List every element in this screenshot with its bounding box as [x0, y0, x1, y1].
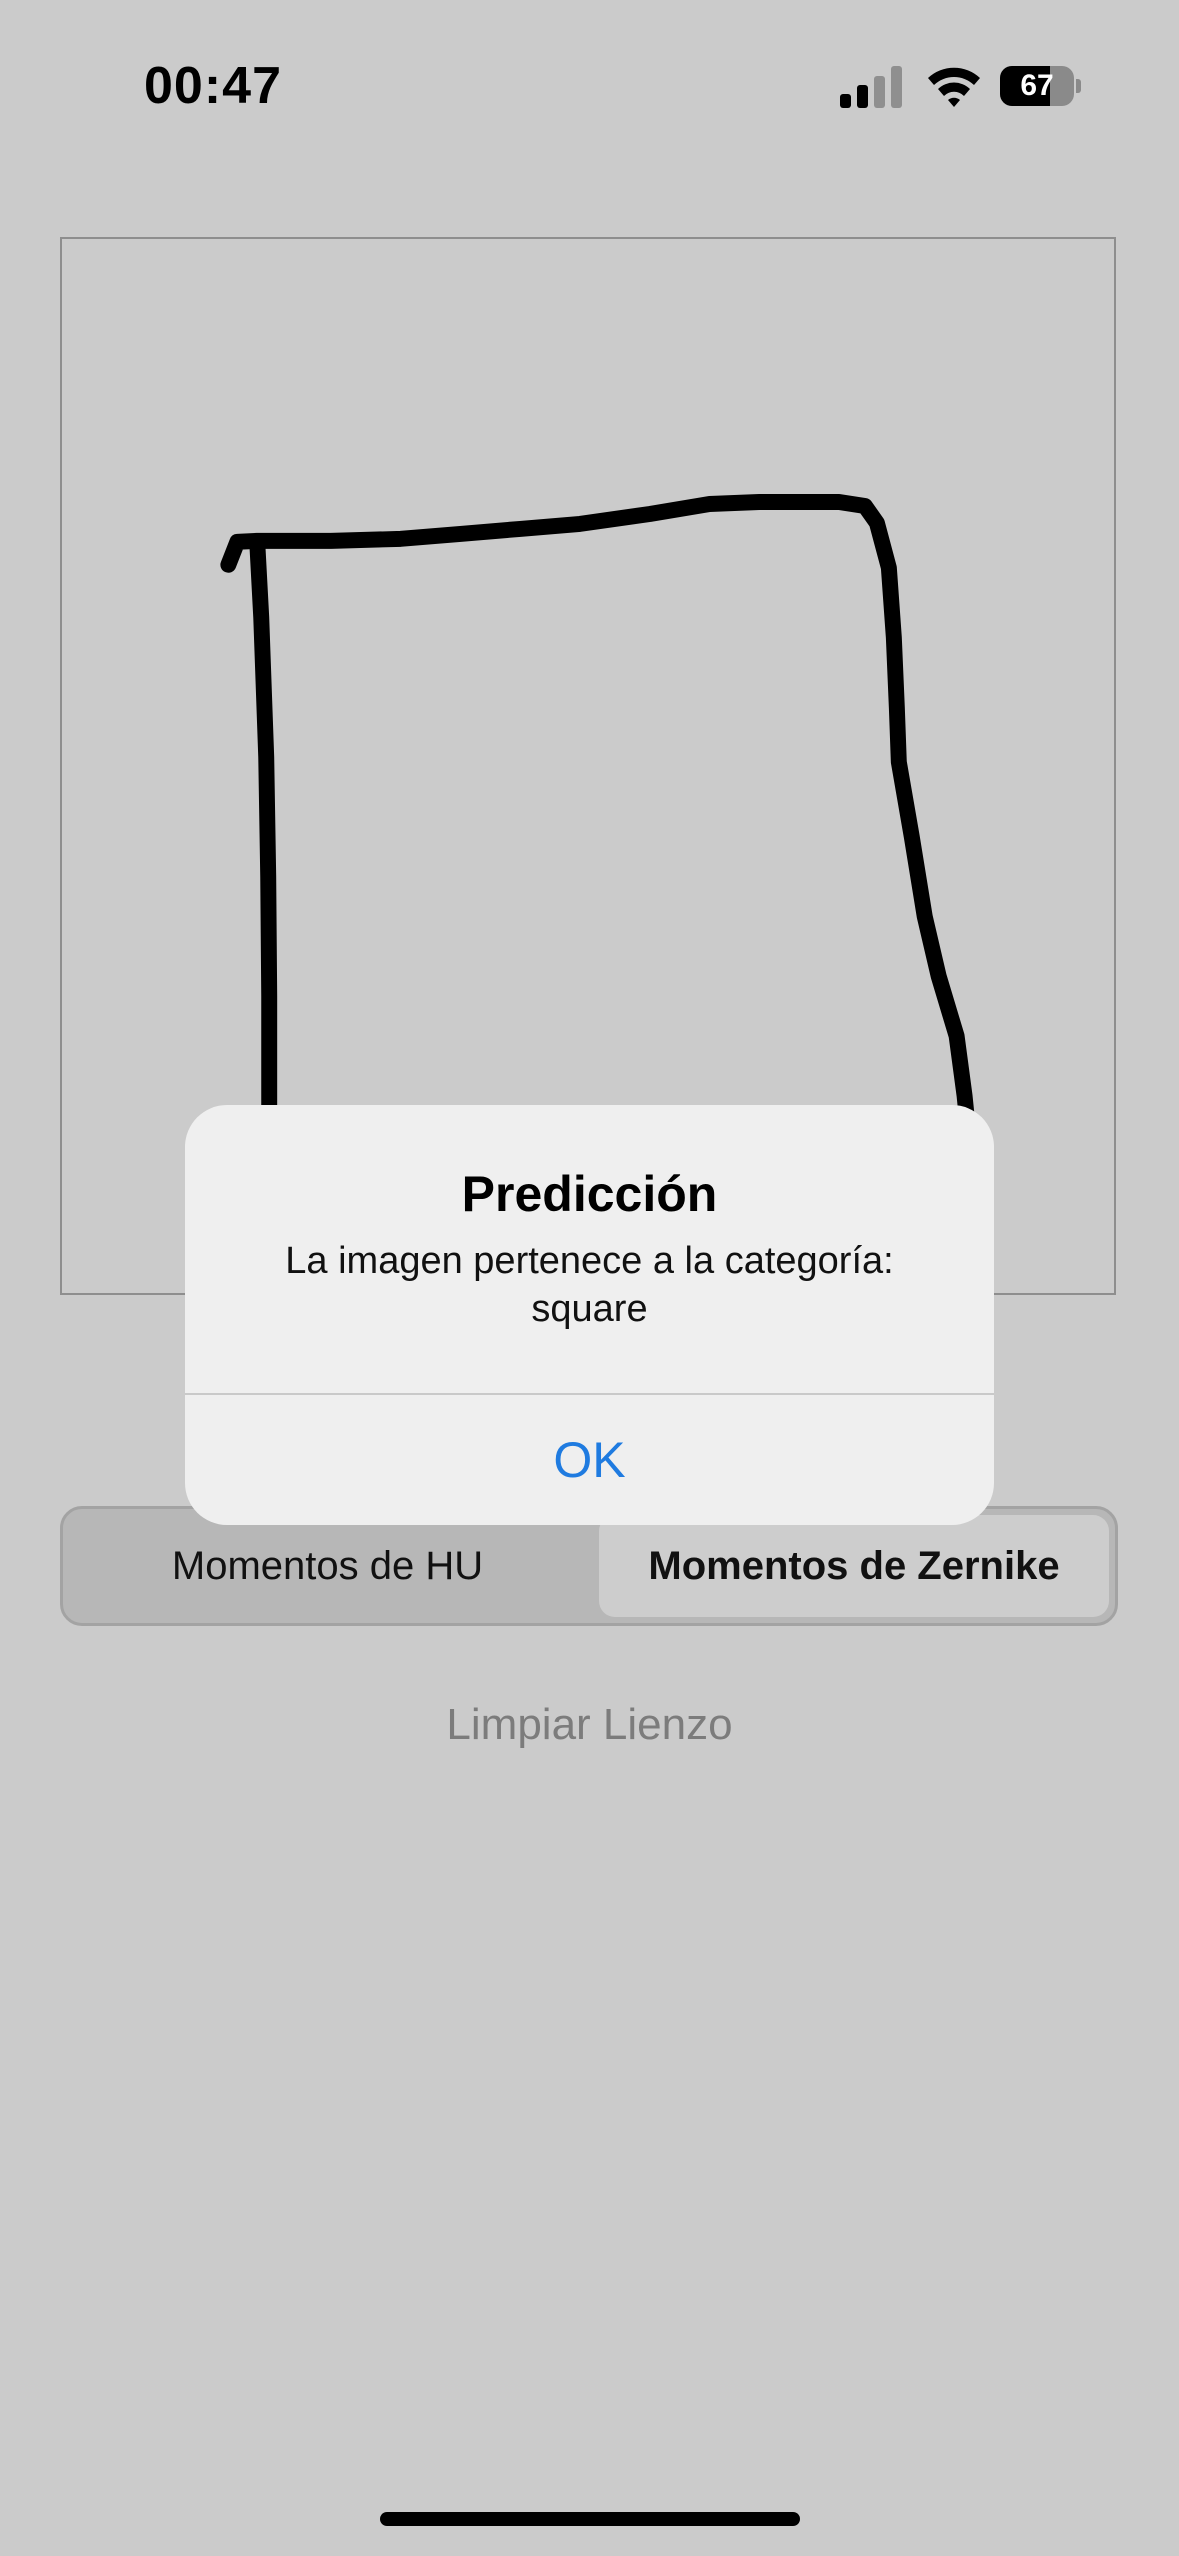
segment-hu-moments[interactable]: Momentos de HU — [63, 1509, 592, 1623]
wifi-icon — [928, 67, 980, 107]
alert-message: La imagen pertenece a la categoría: squa… — [285, 1240, 894, 1330]
battery-body: 67 — [1000, 66, 1074, 106]
alert-title: Predicción — [461, 1166, 718, 1222]
battery-cap — [1076, 79, 1081, 93]
clear-canvas-button[interactable]: Limpiar Lienzo — [0, 1700, 1179, 1750]
prediction-alert: Predicción La imagen pertenece a la cate… — [185, 1105, 994, 1525]
battery-icon: 67 — [1000, 66, 1081, 106]
status-icons: 67 — [840, 60, 1081, 116]
home-indicator[interactable] — [380, 2512, 800, 2526]
cellular-signal-icon — [840, 66, 902, 108]
alert-ok-button[interactable]: OK — [185, 1395, 994, 1525]
status-time: 00:47 — [144, 57, 282, 115]
segment-zernike-moments[interactable]: Momentos de Zernike — [599, 1515, 1109, 1617]
battery-level: 67 — [1020, 69, 1054, 102]
